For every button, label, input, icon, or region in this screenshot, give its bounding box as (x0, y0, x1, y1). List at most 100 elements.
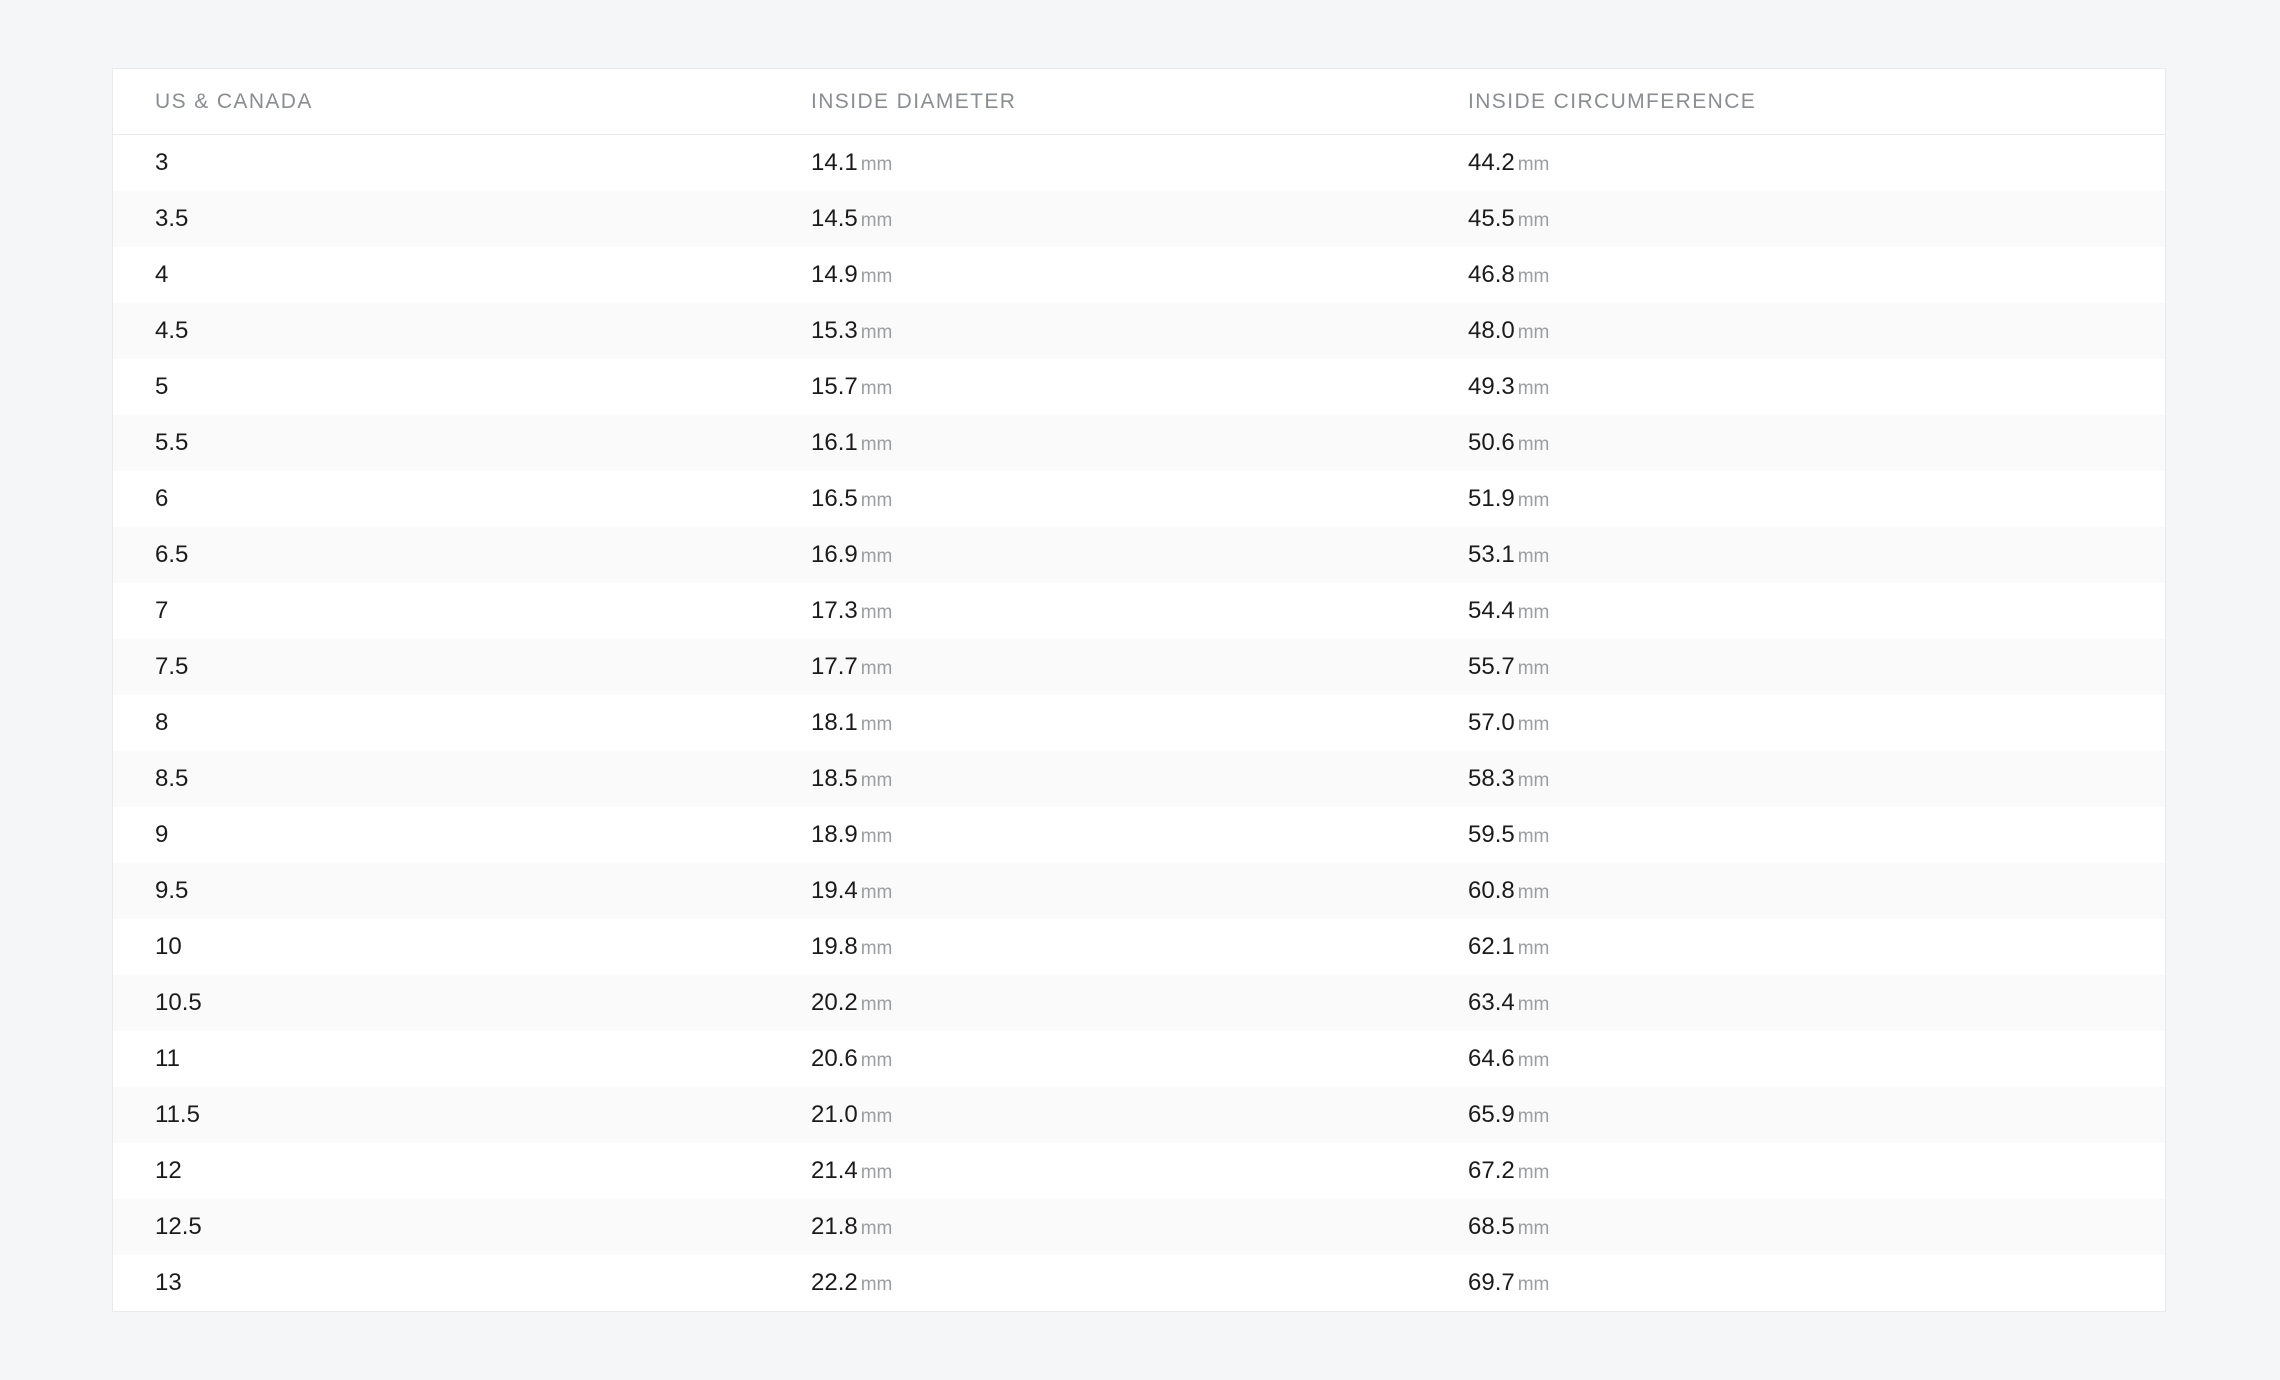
unit-label: mm (860, 1273, 893, 1295)
inside-diameter-cell: 22.2 mm (769, 1255, 1426, 1311)
table-row: 3.5 14.5 mm 45.5 mm (113, 190, 2165, 247)
inside-diameter-cell: 19.4 mm (769, 863, 1426, 919)
unit-label: mm (1517, 713, 1550, 735)
table-row: 7.5 17.7 mm 55.7 mm (113, 638, 2165, 695)
table-row: 4 14.9 mm 46.8 mm (113, 247, 2165, 303)
circumference-value: 63.4 (1468, 988, 1515, 1016)
ring-size-cell: 12 (155, 1156, 182, 1184)
unit-label: mm (1517, 881, 1550, 903)
unit-label: mm (860, 937, 893, 959)
unit-label: mm (1517, 937, 1550, 959)
table-row: 7 17.3 mm 54.4 mm (113, 583, 2165, 639)
diameter-value: 18.5 (811, 764, 858, 792)
ring-size-cell: 9.5 (155, 876, 189, 904)
table-header-row: US & CANADA INSIDE DIAMETER INSIDE CIRCU… (113, 69, 2165, 135)
ring-size-cell: 9 (155, 820, 169, 848)
inside-circumference-cell: 65.9 mm (1426, 1087, 2165, 1143)
ring-size-table: US & CANADA INSIDE DIAMETER INSIDE CIRCU… (113, 69, 2165, 1311)
diameter-value: 22.2 (811, 1268, 858, 1296)
inside-diameter-cell: 20.6 mm (769, 1031, 1426, 1087)
circumference-value: 69.7 (1468, 1268, 1515, 1296)
unit-label: mm (1517, 209, 1550, 231)
inside-circumference-cell: 51.9 mm (1426, 471, 2165, 527)
inside-diameter-cell: 16.1 mm (769, 415, 1426, 471)
table-row: 4.5 15.3 mm 48.0 mm (113, 302, 2165, 359)
unit-label: mm (1517, 321, 1550, 343)
unit-label: mm (1517, 1105, 1550, 1127)
ring-size-cell: 3.5 (155, 204, 189, 232)
unit-label: mm (1517, 1273, 1550, 1295)
unit-label: mm (860, 321, 893, 343)
inside-diameter-cell: 17.3 mm (769, 583, 1426, 639)
unit-label: mm (1517, 1217, 1550, 1239)
unit-label: mm (860, 1105, 893, 1127)
diameter-value: 19.8 (811, 932, 858, 960)
ring-size-cell: 7.5 (155, 652, 189, 680)
ring-size-cell: 4 (155, 260, 169, 288)
unit-label: mm (860, 209, 893, 231)
circumference-value: 62.1 (1468, 932, 1515, 960)
ring-size-cell: 5.5 (155, 428, 189, 456)
column-header-inside-circumference: INSIDE CIRCUMFERENCE (1426, 69, 2165, 135)
circumference-value: 46.8 (1468, 260, 1515, 288)
inside-circumference-cell: 57.0 mm (1426, 695, 2165, 751)
ring-size-table-card: US & CANADA INSIDE DIAMETER INSIDE CIRCU… (112, 68, 2166, 1312)
diameter-value: 21.8 (811, 1212, 858, 1240)
inside-diameter-cell: 21.8 mm (769, 1199, 1426, 1255)
inside-diameter-cell: 20.2 mm (769, 975, 1426, 1031)
unit-label: mm (1517, 1049, 1550, 1071)
inside-circumference-cell: 49.3 mm (1426, 359, 2165, 415)
table-row: 8 18.1 mm 57.0 mm (113, 695, 2165, 751)
diameter-value: 15.7 (811, 372, 858, 400)
table-row: 6 16.5 mm 51.9 mm (113, 471, 2165, 527)
circumference-value: 60.8 (1468, 876, 1515, 904)
circumference-value: 53.1 (1468, 540, 1515, 568)
inside-circumference-cell: 58.3 mm (1426, 751, 2165, 807)
circumference-value: 54.4 (1468, 596, 1515, 624)
ring-size-cell: 6 (155, 484, 169, 512)
ring-size-cell: 3 (155, 148, 169, 176)
unit-label: mm (1517, 265, 1550, 287)
circumference-value: 65.9 (1468, 1100, 1515, 1128)
unit-label: mm (1517, 153, 1550, 175)
circumference-value: 68.5 (1468, 1212, 1515, 1240)
table-row: 9 18.9 mm 59.5 mm (113, 807, 2165, 863)
inside-diameter-cell: 14.9 mm (769, 247, 1426, 303)
table-row: 5.5 16.1 mm 50.6 mm (113, 414, 2165, 471)
unit-label: mm (1517, 601, 1550, 623)
unit-label: mm (860, 489, 893, 511)
inside-circumference-cell: 63.4 mm (1426, 975, 2165, 1031)
ring-size-cell: 10 (155, 932, 182, 960)
inside-circumference-cell: 55.7 mm (1426, 639, 2165, 695)
unit-label: mm (1517, 377, 1550, 399)
inside-diameter-cell: 18.1 mm (769, 695, 1426, 751)
inside-circumference-cell: 67.2 mm (1426, 1143, 2165, 1199)
unit-label: mm (860, 377, 893, 399)
inside-diameter-cell: 16.5 mm (769, 471, 1426, 527)
inside-circumference-cell: 44.2 mm (1426, 135, 2165, 191)
diameter-value: 14.9 (811, 260, 858, 288)
table-row: 12 21.4 mm 67.2 mm (113, 1143, 2165, 1199)
unit-label: mm (1517, 657, 1550, 679)
diameter-value: 16.1 (811, 428, 858, 456)
ring-size-cell: 12.5 (155, 1212, 202, 1240)
diameter-value: 19.4 (811, 876, 858, 904)
inside-circumference-cell: 60.8 mm (1426, 863, 2165, 919)
table-body: 3 14.1 mm 44.2 mm 3.5 14.5 mm 45.5 mm 4 14.9 mm 46.8 m… (113, 135, 2165, 1311)
table-row: 5 15.7 mm 49.3 mm (113, 359, 2165, 415)
diameter-value: 14.5 (811, 204, 858, 232)
ring-size-cell: 6.5 (155, 540, 189, 568)
circumference-value: 49.3 (1468, 372, 1515, 400)
diameter-value: 17.7 (811, 652, 858, 680)
unit-label: mm (1517, 433, 1550, 455)
circumference-value: 55.7 (1468, 652, 1515, 680)
diameter-value: 14.1 (811, 148, 858, 176)
unit-label: mm (860, 1161, 893, 1183)
unit-label: mm (860, 881, 893, 903)
table-row: 8.5 18.5 mm 58.3 mm (113, 750, 2165, 807)
unit-label: mm (1517, 769, 1550, 791)
ring-size-cell: 13 (155, 1268, 182, 1296)
table-row: 6.5 16.9 mm 53.1 mm (113, 526, 2165, 583)
circumference-value: 59.5 (1468, 820, 1515, 848)
circumference-value: 64.6 (1468, 1044, 1515, 1072)
